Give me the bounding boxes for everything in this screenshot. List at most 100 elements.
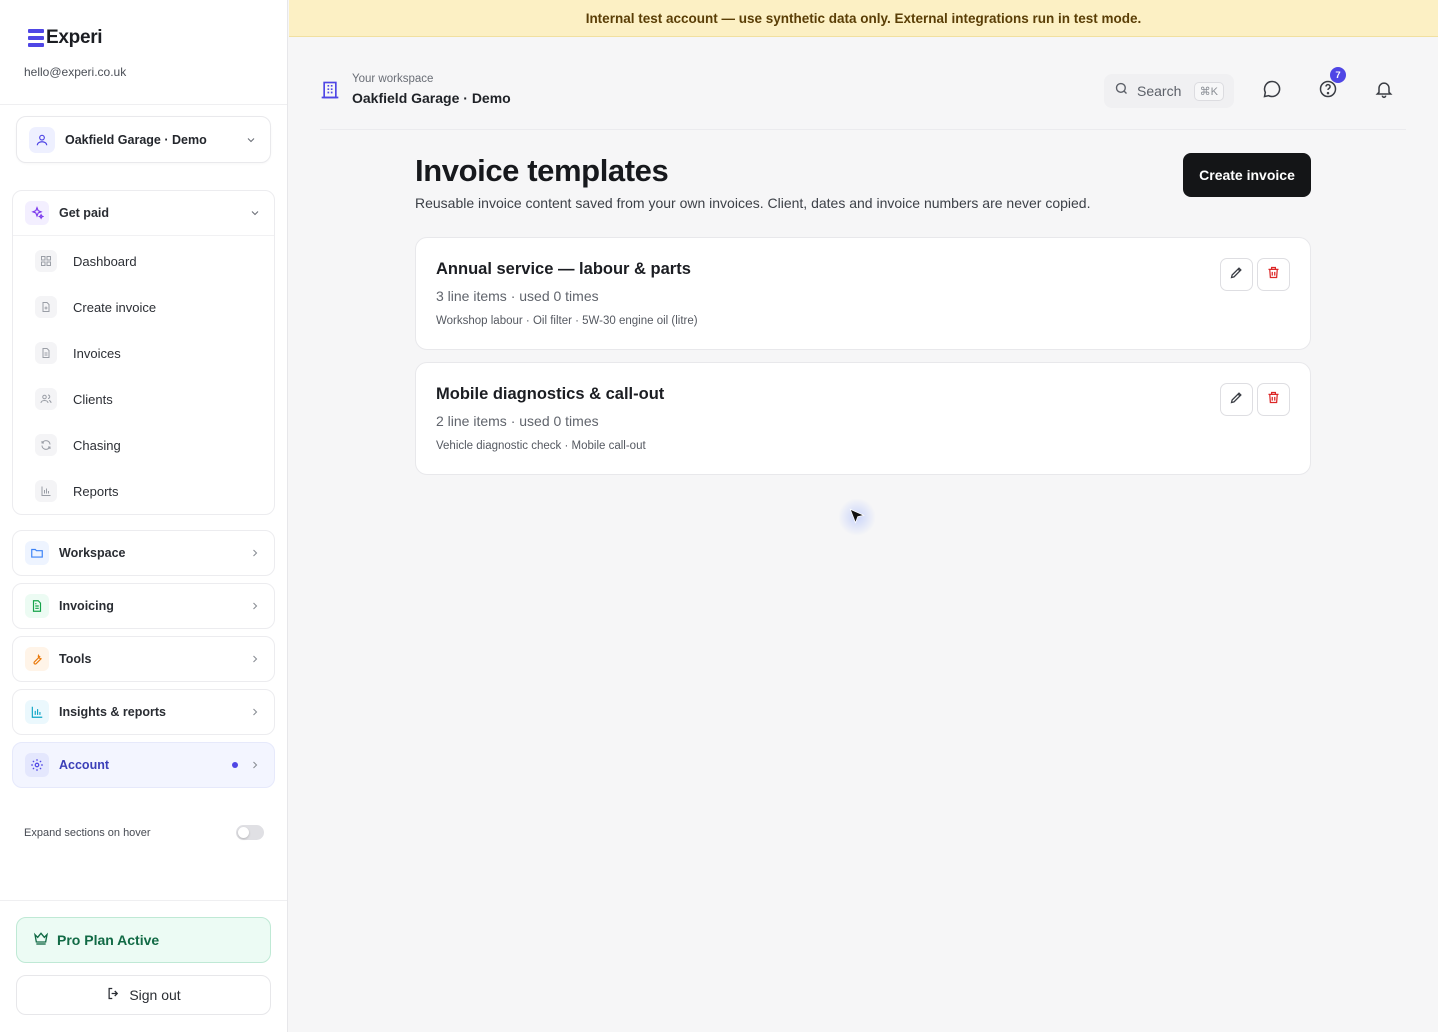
- nav-item-label: Chasing: [73, 437, 121, 453]
- sidebar: Experi hello@experi.co.uk Oakfield Garag…: [0, 0, 288, 1032]
- nav-group-label: Insights & reports: [59, 705, 166, 719]
- brand-logo[interactable]: Experi: [28, 27, 103, 49]
- chat-button[interactable]: [1258, 77, 1286, 105]
- building-icon: [320, 80, 340, 105]
- delete-template-button[interactable]: [1257, 258, 1290, 291]
- folder-icon: [25, 541, 49, 565]
- nav-item-label: Dashboard: [73, 253, 137, 269]
- chevron-down-icon: [248, 206, 262, 220]
- pro-plan-label: Pro Plan Active: [57, 932, 160, 948]
- experi-logo-icon: [28, 28, 44, 48]
- gear-icon: [25, 753, 49, 777]
- expand-on-hover-toggle[interactable]: [236, 825, 264, 840]
- user-icon: [29, 126, 55, 153]
- edit-template-button[interactable]: [1220, 383, 1253, 416]
- nav-group-get-paid: Get paid Dashboard Create invoice Invoic…: [12, 190, 275, 515]
- expand-on-hover-label: Expand sections on hover: [24, 826, 151, 839]
- expand-on-hover-setting: Expand sections on hover: [24, 825, 264, 840]
- nav-group-invoicing[interactable]: Invoicing: [12, 583, 275, 629]
- brand-name: Experi: [46, 27, 103, 48]
- nav-group-insights[interactable]: Insights & reports: [12, 689, 275, 735]
- template-meta: 3 line items · used 0 times: [436, 288, 599, 304]
- nav-group-label: Get paid: [59, 206, 110, 220]
- divider: [0, 104, 287, 105]
- user-email: hello@experi.co.uk: [24, 65, 127, 79]
- template-card[interactable]: Mobile diagnostics & call-out 2 line ite…: [415, 362, 1311, 475]
- workspace-selector[interactable]: Oakfield Garage · Demo: [16, 116, 271, 163]
- chevron-right-icon: [248, 705, 262, 719]
- sign-out-button[interactable]: Sign out: [16, 975, 271, 1015]
- nav-item-label: Create invoice: [73, 299, 157, 315]
- trash-icon: [1266, 265, 1281, 285]
- page-title: Invoice templates: [415, 153, 669, 188]
- nav-group-get-paid-header[interactable]: Get paid: [13, 191, 274, 235]
- bell-icon: [1374, 79, 1394, 104]
- nav-item-reports[interactable]: Reports: [13, 468, 274, 514]
- delete-template-button[interactable]: [1257, 383, 1290, 416]
- trash-icon: [1266, 390, 1281, 410]
- workspace-name: Oakfield Garage · Demo: [352, 90, 511, 106]
- template-name: Mobile diagnostics & call-out: [436, 385, 665, 403]
- document-icon: [35, 342, 57, 364]
- workspace-selector-label: Oakfield Garage · Demo: [65, 132, 207, 147]
- chevron-right-icon: [248, 546, 262, 560]
- mouse-cursor-icon: [848, 507, 866, 530]
- edit-template-button[interactable]: [1220, 258, 1253, 291]
- nav-item-label: Invoices: [73, 345, 121, 361]
- nav-item-chasing[interactable]: Chasing: [13, 422, 274, 468]
- sign-out-label: Sign out: [129, 987, 181, 1003]
- chevron-right-icon: [248, 758, 262, 772]
- template-line-items: Workshop labour · Oil filter · 5W-30 eng…: [436, 315, 698, 327]
- chat-bubble-icon: [1262, 79, 1282, 104]
- test-account-banner: Internal test account — use synthetic da…: [289, 0, 1438, 37]
- nav-group-account[interactable]: Account: [12, 742, 275, 788]
- help-button[interactable]: 7: [1314, 67, 1346, 105]
- template-line-items: Vehicle diagnostic check · Mobile call-o…: [436, 440, 646, 452]
- dashboard-icon: [35, 250, 57, 272]
- wrench-icon: [25, 647, 49, 671]
- nav-item-create-invoice[interactable]: Create invoice: [13, 284, 274, 330]
- pro-plan-badge[interactable]: Pro Plan Active: [16, 917, 271, 963]
- bar-chart-icon: [35, 480, 57, 502]
- pencil-icon: [1229, 390, 1244, 410]
- template-card[interactable]: Annual service — labour & parts 3 line i…: [415, 237, 1311, 350]
- chevron-right-icon: [248, 652, 262, 666]
- page-subtitle: Reusable invoice content saved from your…: [415, 195, 1091, 211]
- search-shortcut: ⌘K: [1193, 81, 1224, 101]
- nav-item-invoices[interactable]: Invoices: [13, 330, 274, 376]
- nav-item-clients[interactable]: Clients: [13, 376, 274, 422]
- workspace-caption: Your workspace: [352, 73, 434, 85]
- create-invoice-button[interactable]: Create invoice: [1183, 153, 1311, 197]
- pencil-icon: [1229, 265, 1244, 285]
- nav-group-label: Invoicing: [59, 599, 114, 613]
- help-badge: 7: [1330, 67, 1346, 83]
- search-placeholder: Search: [1137, 83, 1182, 99]
- crown-icon: [33, 930, 49, 951]
- sparkles-icon: [25, 201, 49, 225]
- nav-group-label: Account: [59, 758, 109, 772]
- banner-text: Internal test account — use synthetic da…: [585, 10, 1142, 26]
- nav-group-tools[interactable]: Tools: [12, 636, 275, 682]
- divider: [0, 900, 287, 901]
- notifications-button[interactable]: [1370, 77, 1398, 105]
- sign-out-icon: [106, 986, 121, 1004]
- search-box[interactable]: Search ⌘K: [1104, 74, 1234, 108]
- bar-chart-icon: [25, 700, 49, 724]
- nav-group-label: Tools: [59, 652, 92, 666]
- invoice-icon: [25, 594, 49, 618]
- nav-group-label: Workspace: [59, 546, 126, 560]
- refresh-icon: [35, 434, 57, 456]
- nav-item-dashboard[interactable]: Dashboard: [13, 238, 274, 284]
- top-header: Your workspace Oakfield Garage · Demo Se…: [320, 66, 1406, 130]
- chevron-right-icon: [248, 599, 262, 613]
- template-name: Annual service — labour & parts: [436, 260, 691, 278]
- nav-item-label: Clients: [73, 391, 113, 407]
- template-meta: 2 line items · used 0 times: [436, 413, 599, 429]
- search-icon: [1114, 81, 1129, 101]
- users-icon: [35, 388, 57, 410]
- file-plus-icon: [35, 296, 57, 318]
- notification-dot: [232, 762, 238, 768]
- nav-item-label: Reports: [73, 483, 119, 499]
- chevron-down-icon: [244, 133, 258, 147]
- nav-group-workspace[interactable]: Workspace: [12, 530, 275, 576]
